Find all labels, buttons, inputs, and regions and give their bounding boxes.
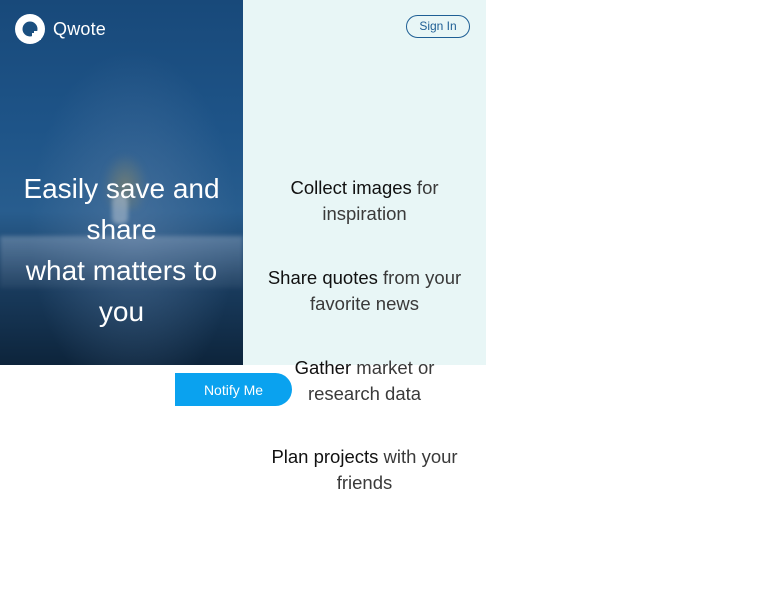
- hero-line: Easily save and: [23, 173, 220, 204]
- hero-panel: Qwote Easily save and share what matters…: [0, 0, 243, 365]
- feature-text: inspiration: [322, 203, 407, 224]
- hero-line: you: [98, 296, 145, 327]
- feature-title: Share quotes: [267, 267, 378, 288]
- feature-text: for: [411, 177, 439, 198]
- hero-headline: Easily save and share what matters to yo…: [0, 168, 243, 332]
- feature-item: Plan projects with your friends: [243, 444, 486, 496]
- feature-title: Collect images: [290, 177, 412, 198]
- feature-title: Plan projects: [271, 446, 379, 467]
- feature-item: Collect images for inspiration: [243, 175, 486, 227]
- hero-line: what matters to: [25, 255, 218, 286]
- brand-name: Qwote: [53, 18, 107, 39]
- q-logo-icon: [15, 14, 45, 44]
- feature-text: from your: [377, 267, 462, 288]
- hero-line: share: [86, 214, 157, 245]
- feature-item: Share quotes from your favorite news: [243, 265, 486, 317]
- feature-text: friends: [336, 472, 393, 493]
- feature-text: market or: [351, 357, 435, 378]
- feature-text: with your: [378, 446, 458, 467]
- feature-title: Gather: [294, 357, 352, 378]
- notify-me-button[interactable]: Notify Me: [175, 373, 292, 406]
- brand[interactable]: Qwote: [15, 14, 106, 44]
- feature-text: favorite news: [310, 293, 419, 314]
- sign-in-button[interactable]: Sign In: [406, 15, 470, 38]
- page: Qwote Easily save and share what matters…: [0, 0, 760, 600]
